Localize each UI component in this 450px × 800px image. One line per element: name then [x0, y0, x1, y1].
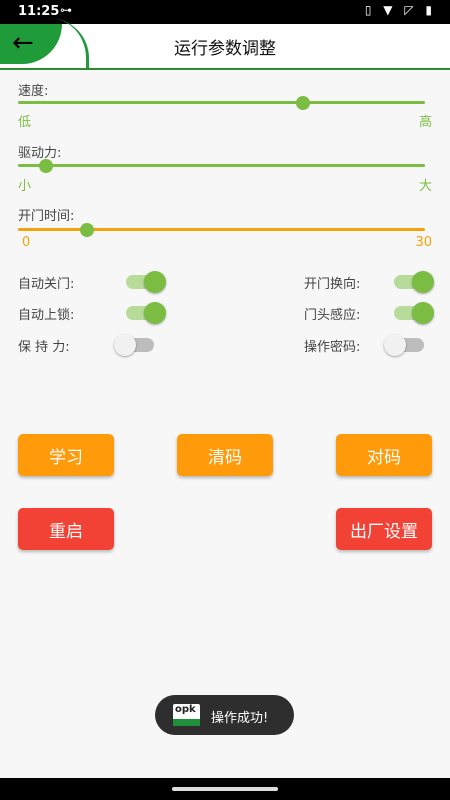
open-time-max-label: 30 [415, 235, 432, 250]
factory-settings-button[interactable]: 出厂设置 [336, 508, 432, 550]
door-direction-label: 开门换向: [304, 277, 361, 292]
auto-close-toggle[interactable] [126, 271, 166, 293]
speed-label: 速度: [18, 84, 49, 99]
toast: opk 操作成功! [155, 695, 294, 735]
auto-lock-label: 自动上锁: [18, 308, 75, 323]
toggle-knob [114, 334, 136, 356]
speed-max-label: 高 [418, 115, 432, 130]
door-direction-toggle[interactable] [394, 271, 434, 293]
drive-slider-thumb[interactable] [39, 159, 54, 173]
learn-button[interactable]: 学习 [18, 434, 114, 476]
hold-force-label: 保 持 力: [18, 340, 70, 355]
hold-force-toggle[interactable] [114, 334, 154, 356]
auto-close-label: 自动关门: [18, 277, 75, 292]
auto-lock-toggle[interactable] [126, 302, 166, 324]
drive-min-label: 小 [18, 179, 32, 194]
logo-bar [173, 719, 200, 726]
op-password-toggle[interactable] [384, 334, 424, 356]
open-time-label: 开门时间: [18, 209, 75, 224]
app-logo-icon: opk [173, 704, 200, 726]
speed-min-label: 低 [18, 115, 32, 130]
toggle-knob [412, 271, 434, 293]
logo-text: opk [175, 704, 196, 715]
page-title: 运行参数调整 [174, 39, 276, 59]
app-header: ← 运行参数调整 [0, 18, 450, 70]
toggle-knob [412, 302, 434, 324]
open-time-slider-thumb[interactable] [80, 223, 95, 237]
clear-code-button[interactable]: 清码 [177, 434, 273, 476]
status-time: 11:25 [18, 4, 60, 19]
status-bar: 11:25 ⊶ ▯ ▼ ◸ ▮ [0, 0, 450, 24]
toast-message: 操作成功! [211, 711, 269, 726]
op-password-label: 操作密码: [304, 340, 361, 355]
home-indicator[interactable] [172, 787, 278, 791]
speed-slider-thumb[interactable] [295, 96, 310, 110]
toggle-knob [144, 302, 166, 324]
toggle-knob [384, 334, 406, 356]
drive-max-label: 大 [418, 179, 432, 194]
key-icon: ⊶ [60, 3, 72, 17]
pair-code-button[interactable]: 对码 [336, 434, 432, 476]
navigation-bar [0, 778, 450, 800]
head-sensor-label: 门头感应: [304, 308, 361, 323]
head-sensor-toggle[interactable] [394, 302, 434, 324]
restart-button[interactable]: 重启 [18, 508, 114, 550]
speed-slider-track[interactable] [18, 101, 425, 104]
open-time-min-label: 0 [22, 235, 31, 250]
toggle-knob [144, 271, 166, 293]
open-time-slider-track[interactable] [18, 228, 425, 231]
drive-label: 驱动力: [18, 146, 62, 161]
status-icons: ▯ ▼ ◸ ▮ [364, 3, 436, 17]
drive-slider-track[interactable] [18, 164, 425, 167]
